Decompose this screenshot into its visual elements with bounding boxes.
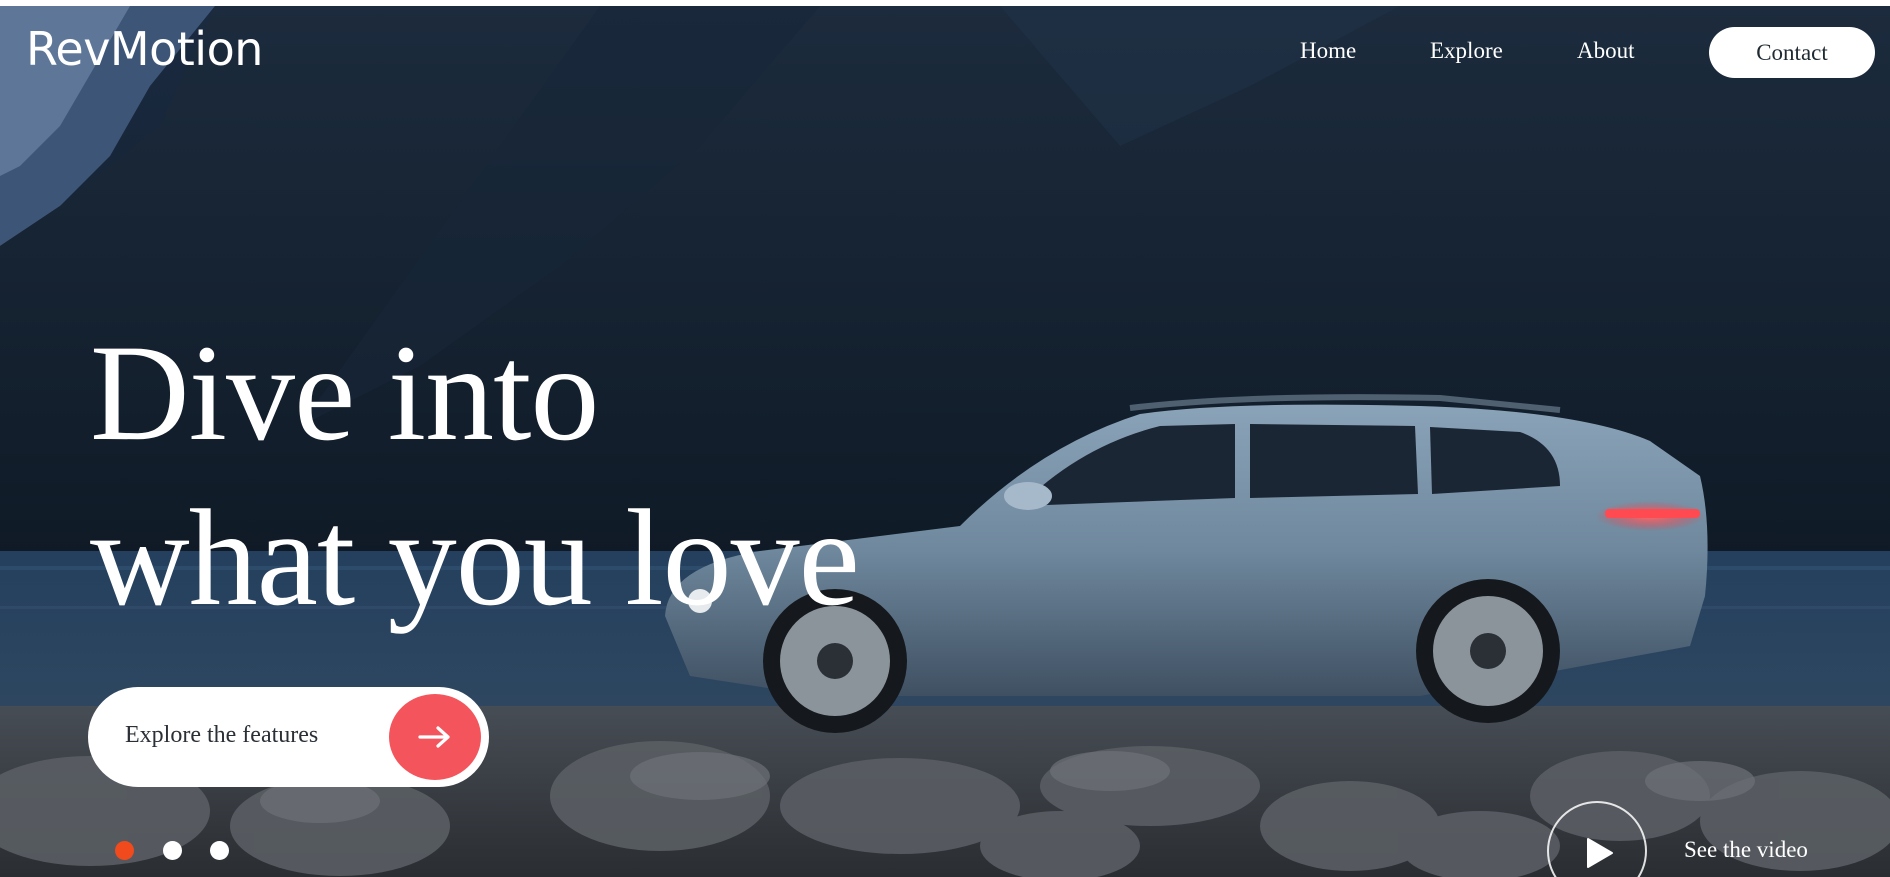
carousel-dot-2[interactable] <box>163 841 182 860</box>
landing-page: RevMotion Home Explore About Contact Div… <box>0 0 1890 877</box>
brand-logo[interactable]: RevMotion <box>26 22 263 76</box>
explore-features-label: Explore the features <box>125 722 319 748</box>
hero-headline-line-2: what you love <box>90 481 860 634</box>
arrow-right-icon <box>389 694 481 780</box>
see-video-link[interactable]: See the video <box>1684 837 1808 863</box>
contact-button[interactable]: Contact <box>1709 27 1875 78</box>
hero-headline-line-1: Dive into <box>90 316 599 469</box>
nav-about[interactable]: About <box>1577 38 1635 64</box>
carousel-dot-3[interactable] <box>210 841 229 860</box>
explore-features-button[interactable]: Explore the features <box>88 687 489 787</box>
nav-explore[interactable]: Explore <box>1430 38 1503 64</box>
carousel-dot-1[interactable] <box>115 841 134 860</box>
nav-home[interactable]: Home <box>1300 38 1356 64</box>
hero-headline: Dive into what you love <box>90 310 860 640</box>
play-icon <box>1587 838 1613 868</box>
